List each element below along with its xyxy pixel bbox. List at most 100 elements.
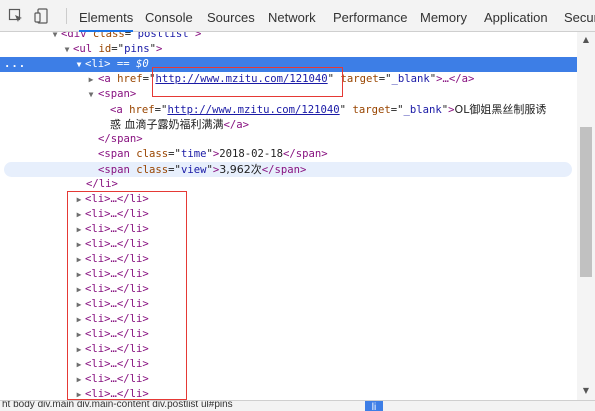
inspect-element-icon[interactable]: [8, 8, 24, 24]
tree-line-span[interactable]: ▼ <span>: [0, 87, 577, 102]
collapsed-li-text: <li>…</li>: [85, 373, 149, 385]
attr-value: view: [180, 164, 207, 176]
tag-close: >: [194, 32, 202, 40]
tree-line-li-collapsed[interactable]: ▶ <li>…</li>: [0, 222, 577, 237]
tree-line-li-collapsed[interactable]: ▶ <li>…</li>: [0, 192, 577, 207]
attr-name: id: [98, 43, 112, 55]
devtools-toolbar: Elements Console Sources Network Perform…: [0, 0, 595, 32]
tab-security[interactable]: Securi: [564, 0, 595, 32]
tag-name: <a: [110, 104, 123, 116]
tree-line-li-collapsed[interactable]: ▶ <li>…</li>: [0, 357, 577, 372]
breadcrumb-path[interactable]: ht body div.main div.main-content div.po…: [2, 401, 233, 411]
time-text: 2018-02-18: [219, 148, 284, 160]
attr-name: class: [92, 32, 125, 40]
collapsed-arrow-icon[interactable]: ▶: [74, 222, 84, 237]
collapsed-arrow-icon[interactable]: ▶: [74, 252, 84, 267]
tree-line-span-time[interactable]: <span class="time">2018-02-18</span>: [0, 147, 577, 162]
scrollbar-thumb[interactable]: [580, 127, 592, 277]
tree-line-span-view[interactable]: <span class="view">3,962次</span>: [4, 162, 572, 177]
console-ref: $0: [136, 58, 149, 70]
collapsed-li-text: <li>…</li>: [85, 343, 149, 355]
attr-value: _blank: [391, 73, 430, 85]
collapsed-arrow-icon[interactable]: ▶: [74, 387, 84, 400]
tab-application[interactable]: Application: [484, 0, 548, 32]
tree-line-li-collapsed[interactable]: ▶ <li>…</li>: [0, 327, 577, 342]
more-actions-dots[interactable]: ...: [4, 57, 25, 72]
collapsed-arrow-icon[interactable]: ▶: [74, 207, 84, 222]
expanded-arrow-icon[interactable]: ▼: [86, 87, 96, 102]
device-toolbar-icon[interactable]: [34, 8, 50, 24]
scroll-up-icon[interactable]: ▲: [581, 36, 591, 44]
tab-sources[interactable]: Sources: [207, 0, 255, 32]
tree-line-li-close[interactable]: </li>: [0, 177, 577, 192]
scroll-down-icon[interactable]: ▼: [581, 387, 591, 395]
tree-line-li-collapsed[interactable]: ▶ <li>…</li>: [0, 312, 577, 327]
collapsed-li-text: <li>…</li>: [85, 283, 149, 295]
tag-name: <li>: [85, 58, 111, 70]
tag-name: <span: [98, 164, 130, 176]
tree-line-li-collapsed[interactable]: ▶ <li>…</li>: [0, 297, 577, 312]
tag-name: <div: [61, 32, 87, 40]
collapsed-li-text: <li>…</li>: [85, 268, 149, 280]
tree-line-li-collapsed[interactable]: ▶ <li>…</li>: [0, 372, 577, 387]
tag-close: </li>: [86, 178, 118, 190]
tab-memory[interactable]: Memory: [420, 0, 467, 32]
toolbar-separator: [66, 8, 67, 24]
tree-line-li-collapsed[interactable]: ▶ <li>…</li>: [0, 282, 577, 297]
collapsed-li-text: <li>…</li>: [85, 388, 149, 400]
collapsed-arrow-icon[interactable]: ▶: [74, 372, 84, 387]
collapsed-arrow-icon[interactable]: ▶: [74, 312, 84, 327]
tab-network[interactable]: Network: [268, 0, 316, 32]
attr-name: target: [340, 73, 379, 85]
tree-line-li-selected[interactable]: ... ▼ <li> == $0: [0, 57, 577, 72]
tree-line-div[interactable]: ▼ <div class="postlist">: [0, 32, 577, 42]
expanded-arrow-icon[interactable]: ▼: [62, 42, 72, 57]
tag-close: >…</a>: [436, 73, 475, 85]
href-link[interactable]: http://www.mzitu.com/121040: [155, 73, 327, 85]
href-link[interactable]: http://www.mzitu.com/121040: [167, 104, 339, 116]
collapsed-arrow-icon[interactable]: ▶: [86, 72, 96, 87]
collapsed-li-text: <li>…</li>: [85, 298, 149, 310]
tree-line-li-collapsed[interactable]: ▶ <li>…</li>: [0, 267, 577, 282]
attr-value: postlist: [137, 32, 189, 40]
attr-name: href: [129, 104, 155, 116]
tree-line-li-collapsed[interactable]: ▶ <li>…</li>: [0, 237, 577, 252]
attr-value: _blank: [403, 104, 442, 116]
tab-console[interactable]: Console: [145, 0, 193, 32]
attr-name: class: [136, 148, 169, 160]
tab-elements[interactable]: Elements: [79, 0, 134, 32]
attr-name: href: [117, 73, 143, 85]
tree-line-a-collapsed[interactable]: ▶ <a href="http://www.mzitu.com/121040" …: [0, 72, 577, 87]
collapsed-arrow-icon[interactable]: ▶: [74, 357, 84, 372]
tree-line-li-collapsed[interactable]: ▶ <li>…</li>: [0, 207, 577, 222]
tree-line-span-close[interactable]: </span>: [0, 132, 577, 147]
attr-name: class: [136, 164, 169, 176]
tree-line-a-text-wrap[interactable]: 惑 血滴子露奶福利满满</a>: [0, 117, 577, 132]
vertical-scrollbar[interactable]: ▲ ▼: [577, 32, 595, 400]
view-count-text: 3,962次: [219, 163, 262, 176]
collapsed-arrow-icon[interactable]: ▶: [74, 192, 84, 207]
tag-close: </span>: [98, 133, 143, 145]
collapsed-li-text: <li>…</li>: [85, 328, 149, 340]
expanded-arrow-icon[interactable]: ▼: [50, 32, 60, 42]
collapsed-arrow-icon[interactable]: ▶: [74, 282, 84, 297]
breadcrumb-current[interactable]: li: [365, 401, 383, 411]
expanded-arrow-icon[interactable]: ▼: [74, 57, 84, 72]
collapsed-li-text: <li>…</li>: [85, 193, 149, 205]
tree-line-ul[interactable]: ▼ <ul id="pins">: [0, 42, 577, 57]
collapsed-li-text: <li>…</li>: [85, 253, 149, 265]
tag-close: </span>: [283, 148, 328, 160]
console-ref-eq: ==: [110, 58, 137, 70]
collapsed-arrow-icon[interactable]: ▶: [74, 297, 84, 312]
collapsed-arrow-icon[interactable]: ▶: [74, 237, 84, 252]
tag-name: <a: [98, 73, 111, 85]
tree-line-li-collapsed[interactable]: ▶ <li>…</li>: [0, 387, 577, 400]
collapsed-arrow-icon[interactable]: ▶: [74, 267, 84, 282]
tree-line-a-text[interactable]: <a href="http://www.mzitu.com/121040" ta…: [0, 102, 577, 117]
tree-line-li-collapsed[interactable]: ▶ <li>…</li>: [0, 252, 577, 267]
collapsed-arrow-icon[interactable]: ▶: [74, 342, 84, 357]
tab-performance[interactable]: Performance: [333, 0, 407, 32]
collapsed-arrow-icon[interactable]: ▶: [74, 327, 84, 342]
attr-name: target: [352, 104, 391, 116]
tree-line-li-collapsed[interactable]: ▶ <li>…</li>: [0, 342, 577, 357]
